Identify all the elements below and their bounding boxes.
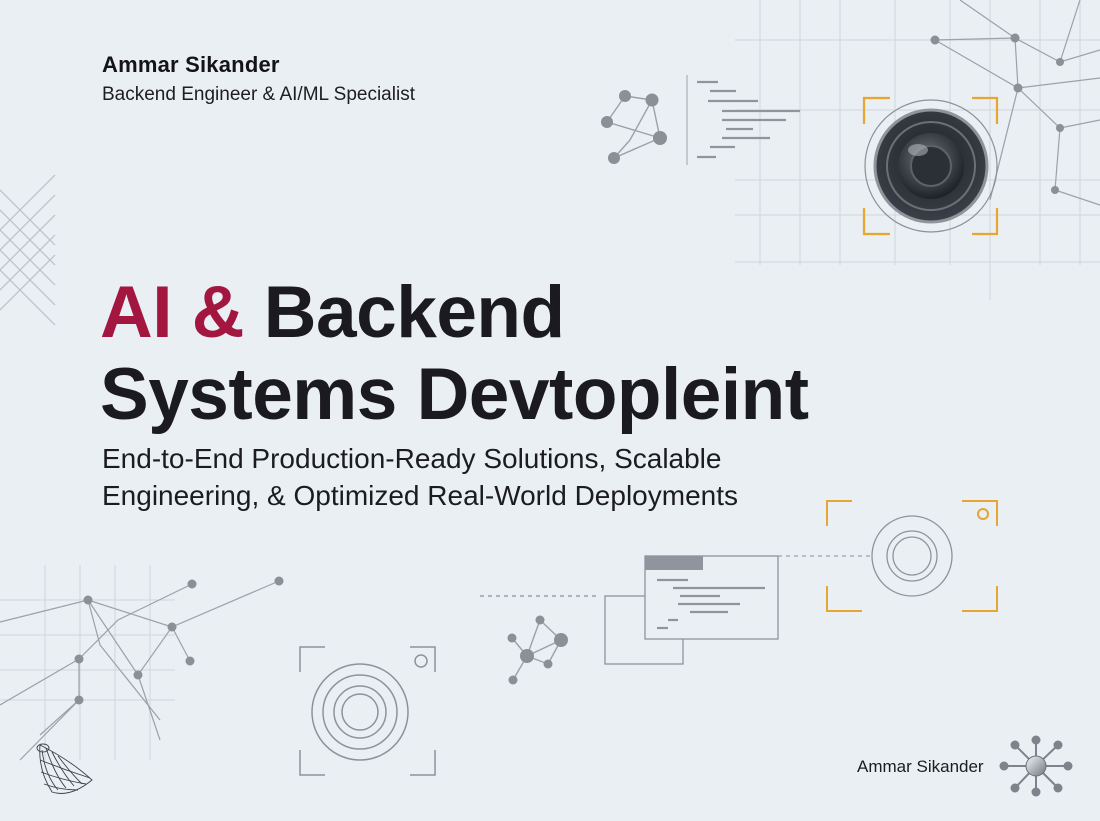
small-network-icon (480, 595, 600, 685)
network-graph-icon (601, 90, 667, 164)
headline-accent: AI & (100, 272, 245, 353)
author-role: Backend Engineer & AI/ML Specialist (102, 84, 415, 105)
subtitle-line2: Engineering, & Optimized Real-World Depl… (102, 480, 738, 511)
hub-network-icon (999, 735, 1073, 797)
headline-line1: AI & Backend (100, 272, 565, 353)
camera-lens-icon (862, 96, 999, 236)
code-lines-icon (686, 75, 800, 165)
bottom-left-grid (0, 565, 175, 760)
headline-rest: Backend (263, 272, 565, 353)
wireframe-shape-icon (36, 743, 93, 794)
subtitle: End-to-End Production-Ready Solutions, S… (102, 440, 862, 514)
headline: AI & Backend Systems Devtopleint (100, 272, 809, 436)
left-hatch-pattern (0, 174, 56, 326)
footer-signature: Ammar Sikander (857, 757, 984, 776)
camera-frame-icon (299, 646, 436, 776)
headline-line2: Systems Devtopleint (100, 354, 809, 435)
author-name: Ammar Sikander (102, 52, 280, 77)
subtitle-line1: End-to-End Production-Ready Solutions, S… (102, 443, 722, 474)
